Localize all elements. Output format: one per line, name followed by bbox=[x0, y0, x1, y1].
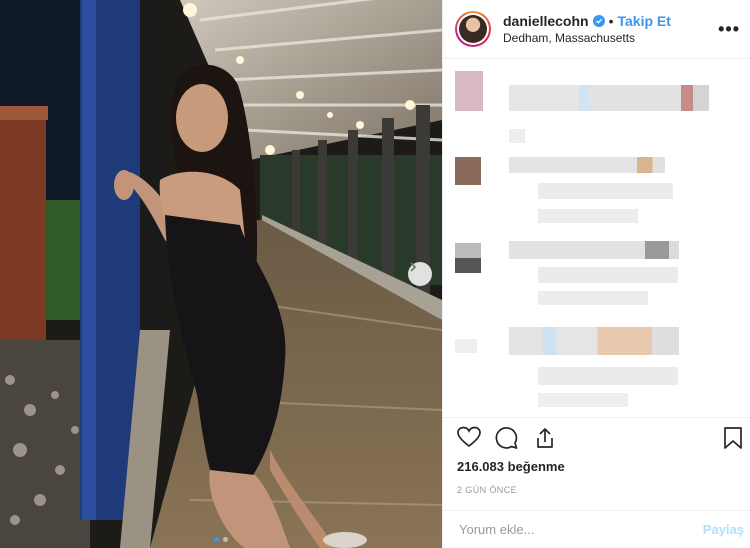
blurred-comment-text bbox=[538, 183, 673, 199]
bookmark-icon[interactable] bbox=[723, 426, 743, 455]
separator-bullet: • bbox=[608, 13, 614, 29]
header-text: daniellecohn • Takip Et Dedham, Massachu… bbox=[503, 13, 718, 45]
blurred-comment-text bbox=[538, 209, 638, 223]
post-header: daniellecohn • Takip Et Dedham, Massachu… bbox=[443, 0, 750, 59]
blurred-comment-meta bbox=[509, 129, 525, 143]
blurred-comment-avatar bbox=[455, 71, 483, 111]
verified-badge-icon bbox=[592, 15, 605, 27]
add-comment-bar: Paylaş bbox=[443, 510, 750, 548]
blurred-comment-text bbox=[538, 393, 628, 407]
blurred-comment-avatar bbox=[455, 243, 481, 273]
blurred-comment-text bbox=[509, 241, 679, 259]
blurred-comment-text bbox=[538, 291, 648, 305]
follow-button[interactable]: Takip Et bbox=[617, 13, 670, 29]
more-options-icon[interactable]: ••• bbox=[718, 19, 740, 40]
photo-illustration bbox=[0, 0, 442, 548]
blurred-comment-text bbox=[538, 267, 678, 283]
post-photo[interactable] bbox=[0, 0, 442, 548]
post-comment-button[interactable]: Paylaş bbox=[703, 522, 744, 537]
comments-list bbox=[443, 59, 750, 418]
comment-icon[interactable] bbox=[495, 426, 519, 455]
avatar[interactable] bbox=[455, 11, 491, 47]
location-link[interactable]: Dedham, Massachusetts bbox=[503, 31, 718, 45]
username-link[interactable]: daniellecohn bbox=[503, 13, 589, 29]
carousel-next-button[interactable] bbox=[408, 262, 432, 286]
post-side-panel: daniellecohn • Takip Et Dedham, Massachu… bbox=[442, 0, 750, 548]
carousel-dots bbox=[0, 537, 442, 542]
blurred-comment-text bbox=[509, 157, 665, 173]
avatar-image bbox=[459, 15, 487, 43]
comment-input[interactable] bbox=[457, 521, 703, 538]
blurred-comment-text bbox=[509, 85, 709, 111]
post-actions bbox=[443, 416, 750, 460]
chevron-right-icon bbox=[410, 262, 417, 272]
likes-count[interactable]: 216.083 beğenme bbox=[457, 459, 565, 474]
carousel-dot-active[interactable] bbox=[214, 537, 219, 542]
blurred-comment-avatar bbox=[455, 339, 477, 353]
carousel-dot[interactable] bbox=[223, 537, 228, 542]
blurred-comment-avatar bbox=[455, 157, 481, 185]
post-timestamp[interactable]: 2 GÜN ÖNCE bbox=[457, 485, 517, 495]
heart-icon[interactable] bbox=[457, 426, 481, 453]
likes-number: 216.083 bbox=[457, 459, 504, 474]
likes-label: beğenme bbox=[507, 459, 565, 474]
blurred-comment-text bbox=[509, 327, 679, 355]
blurred-comment-text bbox=[538, 367, 678, 385]
post-container: daniellecohn • Takip Et Dedham, Massachu… bbox=[0, 0, 750, 548]
share-icon[interactable] bbox=[533, 426, 557, 455]
